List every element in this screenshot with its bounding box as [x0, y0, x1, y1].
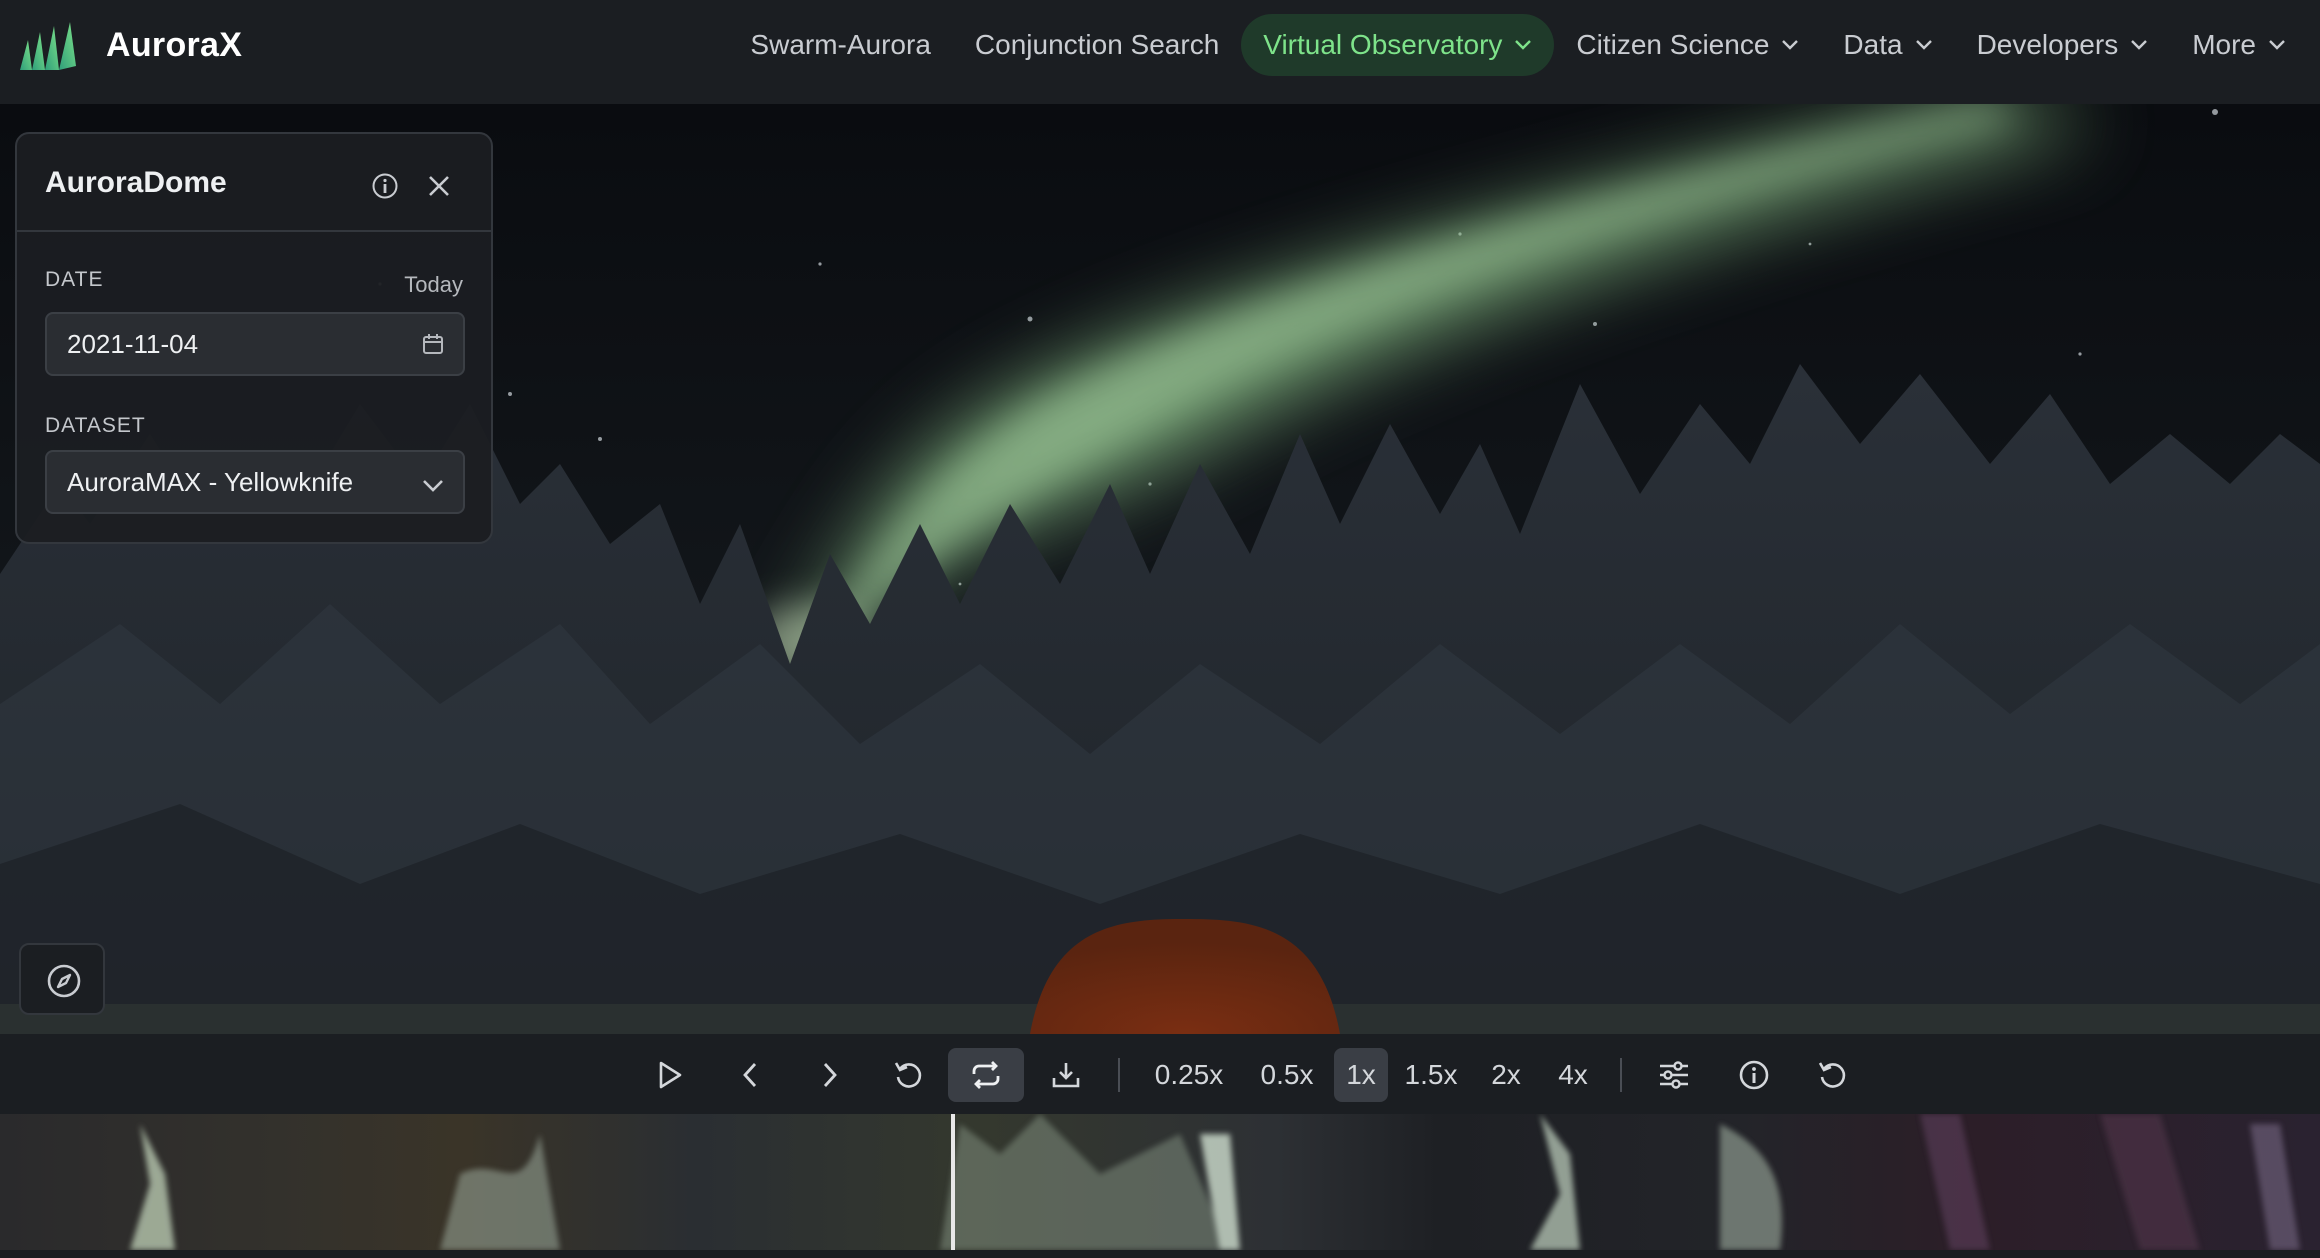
previous-frame-button[interactable] [728, 1048, 772, 1102]
nav-data[interactable]: Data [1821, 14, 1954, 76]
panel-title: AuroraDome [45, 166, 227, 199]
panel-header: AuroraDome [17, 134, 491, 232]
dataset-select[interactable]: AuroraMAX - Yellowknife [45, 450, 465, 514]
nav-label: Citizen Science [1576, 29, 1770, 60]
reset-icon [1818, 1062, 1846, 1088]
nav-developers[interactable]: Developers [1955, 14, 2171, 76]
main-nav: Swarm-Aurora Conjunction Search Virtual … [728, 14, 2308, 76]
today-link[interactable]: Today [404, 272, 463, 298]
sliders-icon [1660, 1061, 1688, 1089]
reset-view-button[interactable] [1810, 1048, 1854, 1102]
play-button[interactable] [648, 1048, 692, 1102]
nav-conjunction-search[interactable]: Conjunction Search [953, 14, 1241, 76]
divider [1620, 1058, 1622, 1092]
play-icon [659, 1061, 682, 1089]
chevron-down-icon [2131, 40, 2148, 50]
nav-virtual-observatory[interactable]: Virtual Observatory [1241, 14, 1555, 76]
compass-button[interactable] [19, 943, 105, 1015]
info-icon[interactable] [371, 172, 399, 200]
close-icon[interactable] [427, 174, 451, 198]
speed-option[interactable]: 0.25x [1146, 1048, 1232, 1102]
date-value: 2021-11-04 [67, 329, 199, 359]
nav-label: Developers [1976, 29, 2119, 60]
date-label: DATE [45, 268, 104, 291]
nav-label: Conjunction Search [974, 29, 1220, 60]
aurorax-logo-icon[interactable] [18, 20, 80, 72]
chevron-right-icon [823, 1063, 837, 1087]
bottom-border [0, 1250, 2320, 1258]
keogram-timeline[interactable] [0, 1114, 2320, 1250]
speed-option[interactable]: 2x [1484, 1048, 1528, 1102]
dataset-value: AuroraMAX - Yellowknife [67, 467, 354, 497]
chevron-down-icon [1915, 40, 1932, 50]
playback-controls: 0.25x 0.5x 1x 1.5x 2x 4x [0, 1034, 2320, 1114]
top-navbar: AuroraX Swarm-Aurora Conjunction Search … [0, 0, 2320, 104]
nav-swarm-aurora[interactable]: Swarm-Aurora [728, 14, 952, 76]
dataset-label: DATASET [45, 414, 146, 437]
chevron-down-icon [2269, 40, 2285, 50]
speed-option[interactable]: 0.5x [1250, 1048, 1324, 1102]
speed-option[interactable]: 1.5x [1400, 1048, 1462, 1102]
chevron-down-icon [1782, 40, 1799, 50]
nav-label: Swarm-Aurora [750, 29, 931, 60]
brand-name[interactable]: AuroraX [106, 26, 242, 65]
calendar-icon[interactable] [421, 332, 445, 356]
keogram-image [0, 1114, 2320, 1250]
nav-label: More [2192, 29, 2256, 60]
date-field[interactable]: 2021-11-04 [45, 312, 465, 376]
compass-icon [47, 964, 81, 998]
loop-toggle[interactable] [948, 1048, 1024, 1102]
divider [1118, 1058, 1120, 1092]
download-button[interactable] [1044, 1048, 1088, 1102]
info-icon [1739, 1060, 1769, 1090]
rewind-button[interactable] [886, 1048, 930, 1102]
speed-option-selected[interactable]: 1x [1334, 1048, 1388, 1102]
nav-label: Data [1843, 29, 1903, 60]
nav-more[interactable]: More [2170, 14, 2308, 76]
chevron-down-icon [423, 480, 443, 492]
chevron-left-icon [743, 1063, 757, 1087]
speed-option[interactable]: 4x [1550, 1048, 1596, 1102]
chevron-down-icon [1515, 40, 1532, 50]
next-frame-button[interactable] [808, 1048, 852, 1102]
timeline-cursor[interactable] [951, 1114, 955, 1250]
auroradome-panel: AuroraDome DATE Today 2021-11-04 DATASET… [15, 132, 493, 544]
repeat-icon [972, 1061, 1000, 1089]
download-icon [1052, 1063, 1080, 1088]
nav-citizen-science[interactable]: Citizen Science [1554, 14, 1821, 76]
settings-button[interactable] [1652, 1048, 1696, 1102]
rotate-ccw-icon [894, 1062, 922, 1088]
nav-label: Virtual Observatory [1263, 29, 1503, 60]
info-button[interactable] [1732, 1048, 1776, 1102]
